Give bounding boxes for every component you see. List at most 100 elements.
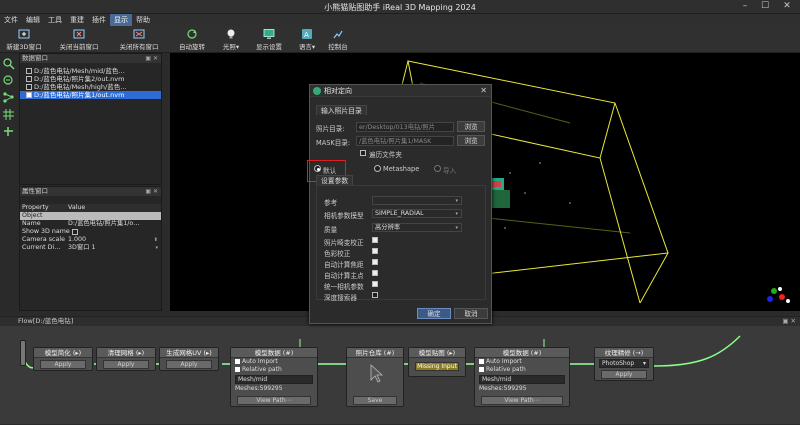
apply-button[interactable]: Apply — [166, 360, 212, 369]
flow-node-generate-uv[interactable]: 生成网格UV (▸) Apply — [159, 347, 219, 371]
mask-dir-input[interactable]: /蓝色电钻/照片集1/MASK — [356, 136, 454, 146]
close-current-window-button[interactable]: 关闭当前窗口 — [53, 27, 105, 52]
menu-help[interactable]: 帮助 — [132, 14, 154, 26]
close-icon[interactable]: ✕ — [778, 1, 796, 11]
menu-tools[interactable]: 工具 — [44, 14, 66, 26]
light-button[interactable]: 光照▾ — [218, 27, 244, 52]
radio-metashape-label: Metashape — [383, 165, 420, 173]
property-row[interactable]: Camera scale 1.000 ⬍ — [20, 236, 161, 244]
new-3d-window-button[interactable]: 新建3D窗口 — [3, 27, 45, 52]
show-3d-name-checkbox[interactable] — [72, 229, 78, 235]
apply-button[interactable]: Apply — [601, 370, 647, 379]
apply-button[interactable]: Apply — [103, 360, 149, 369]
browse-photo-button[interactable]: 浏览 — [457, 121, 485, 132]
property-row[interactable]: Current Di… 3D窗口 1 ▾ — [20, 244, 161, 252]
flow-node-clean-mesh[interactable]: 清理网格 (▸) Apply — [96, 347, 156, 371]
auto-import-option[interactable]: Auto Import — [231, 358, 317, 366]
cancel-button[interactable]: 取消 — [454, 308, 488, 319]
relative-path-checkbox[interactable] — [479, 367, 484, 372]
chevron-down-icon: ▾ — [642, 360, 646, 367]
chevron-down-icon: ▾ — [455, 211, 458, 217]
quality-select[interactable]: 高分辨率 ▾ — [372, 223, 462, 232]
mesh-count: Meshes:599295 — [235, 385, 283, 392]
menu-file[interactable]: 文件 — [0, 14, 22, 26]
save-button[interactable]: Save — [353, 396, 397, 405]
flow-node-model-texture[interactable]: 模型贴图 (▸) Missing Input — [408, 347, 466, 377]
menu-edit[interactable]: 编辑 — [22, 14, 44, 26]
tab-input-photo-dir[interactable]: 输入照片目录 — [316, 105, 367, 115]
data-item[interactable]: D:/蓝色电钻/照片集1/out.nvm — [20, 91, 161, 99]
flow-input-port[interactable] — [20, 340, 26, 366]
menu-reconstruct[interactable]: 重建 — [66, 14, 88, 26]
camera-model-select[interactable]: SIMPLE_RADIAL ▾ — [372, 209, 462, 218]
item-checkbox[interactable] — [26, 76, 32, 82]
property-row[interactable]: Name D:/蓝色电钻/照片集1/o… — [20, 220, 161, 228]
item-checkbox[interactable] — [26, 92, 32, 98]
flow-node-photo-repo[interactable]: 照片仓库 (#) Save — [346, 347, 404, 407]
panel-float-close-icon[interactable]: ▣ ✕ — [145, 187, 158, 196]
auto-import-checkbox[interactable] — [479, 359, 484, 364]
auto-import-checkbox[interactable] — [235, 359, 240, 364]
add-icon[interactable] — [2, 125, 15, 138]
photo-dir-label: 照片目录: — [316, 125, 345, 133]
auto-principal-point-checkbox[interactable] — [372, 270, 378, 276]
view-path-button[interactable]: View Path⋯ — [481, 396, 563, 405]
unify-camera-checkbox[interactable] — [372, 281, 378, 287]
zoom-fit-icon[interactable] — [2, 74, 15, 87]
spinner-icon[interactable]: ⬍ — [154, 236, 158, 244]
close-icon[interactable]: ✕ — [480, 85, 487, 97]
radio-default[interactable] — [314, 165, 321, 172]
flow-node-model-data[interactable]: 模型数据 (#) Auto Import Relative path Mesh/… — [230, 347, 318, 407]
tab-settings[interactable]: 设置参数 — [316, 175, 354, 185]
photoshop-select[interactable]: PhotoShop ▾ — [599, 359, 649, 368]
auto-focal-checkbox[interactable] — [372, 259, 378, 265]
ok-button[interactable]: 确定 — [417, 308, 451, 319]
radio-metashape[interactable] — [374, 165, 381, 172]
browse-mask-button[interactable]: 浏览 — [457, 135, 485, 146]
traverse-folder-checkbox[interactable] — [360, 150, 366, 156]
maximize-icon[interactable]: ☐ — [756, 1, 774, 11]
panel-float-close-icon[interactable]: ▣ ✕ — [782, 317, 796, 326]
camera-model-label: 相机参数模型 — [324, 212, 364, 220]
data-item[interactable]: D:/蓝色电钻/照片集2/out.nvm — [20, 75, 161, 83]
auto-import-option[interactable]: Auto Import — [475, 358, 569, 366]
color-correction-checkbox[interactable] — [372, 248, 378, 254]
menu-plugins[interactable]: 插件 — [88, 14, 110, 26]
close-all-windows-button[interactable]: 关闭所有窗口 — [113, 27, 165, 52]
item-checkbox[interactable] — [26, 68, 32, 74]
data-item[interactable]: D:/蓝色电钻/Mesh/mid/蓝色… — [20, 67, 161, 75]
photo-dir-input[interactable]: er/Desktop/013电钻/照片 — [356, 122, 454, 132]
relative-path-option[interactable]: Relative path — [475, 366, 569, 374]
radio-import[interactable] — [434, 165, 441, 172]
panel-float-close-icon[interactable]: ▣ ✕ — [145, 54, 158, 63]
console-button[interactable]: 控制台 — [325, 27, 351, 52]
distortion-correction-checkbox[interactable] — [372, 237, 378, 243]
property-row[interactable]: Show 3D name — [20, 228, 161, 236]
minimize-icon[interactable]: – — [736, 1, 754, 11]
flow-node-simplify[interactable]: 模型简化 (▸) Apply — [33, 347, 93, 371]
chevron-down-icon[interactable]: ▾ — [155, 244, 158, 252]
relative-path-checkbox[interactable] — [235, 367, 240, 372]
search-icon[interactable] — [2, 57, 15, 70]
title-bar: 小熊猫贴图助手 iReal 3D Mapping 2024 – ☐ ✕ — [0, 0, 800, 14]
auto-rotate-button[interactable]: 自动旋转 — [175, 27, 209, 52]
node-graph-icon[interactable] — [2, 91, 15, 104]
data-item[interactable]: D:/蓝色电钻/Mesh/high/蓝色… — [20, 83, 161, 91]
display-settings-button[interactable]: 显示设置 — [252, 27, 286, 52]
grid-icon[interactable] — [2, 108, 15, 121]
missing-input-button[interactable]: Missing Input — [415, 362, 459, 371]
item-checkbox[interactable] — [26, 84, 32, 90]
view-path-button[interactable]: View Path⋯ — [237, 396, 311, 405]
mesh-count: Meshes:599295 — [479, 385, 527, 392]
menu-display[interactable]: 显示 — [110, 14, 132, 26]
apply-button[interactable]: Apply — [40, 360, 86, 369]
mesh-path-field[interactable]: Mesh/mid — [235, 375, 313, 384]
relative-path-option[interactable]: Relative path — [231, 366, 317, 374]
language-button[interactable]: A 语言▾ — [294, 27, 320, 52]
reference-select[interactable]: ▾ — [372, 196, 462, 205]
mesh-path-field[interactable]: Mesh/mid — [479, 375, 565, 384]
depth-search-checkbox[interactable] — [372, 292, 378, 298]
flow-node-texture-refine[interactable]: 纹理精修 (→) PhotoShop ▾ Apply — [594, 347, 654, 381]
flow-panel: Flow[D:/蓝色电钻] ▣ ✕ 模型简化 (▸) Apply 清理网格 (▸)… — [0, 316, 800, 424]
flow-node-model-data-2[interactable]: 模型数据 (#) Auto Import Relative path Mesh/… — [474, 347, 570, 407]
